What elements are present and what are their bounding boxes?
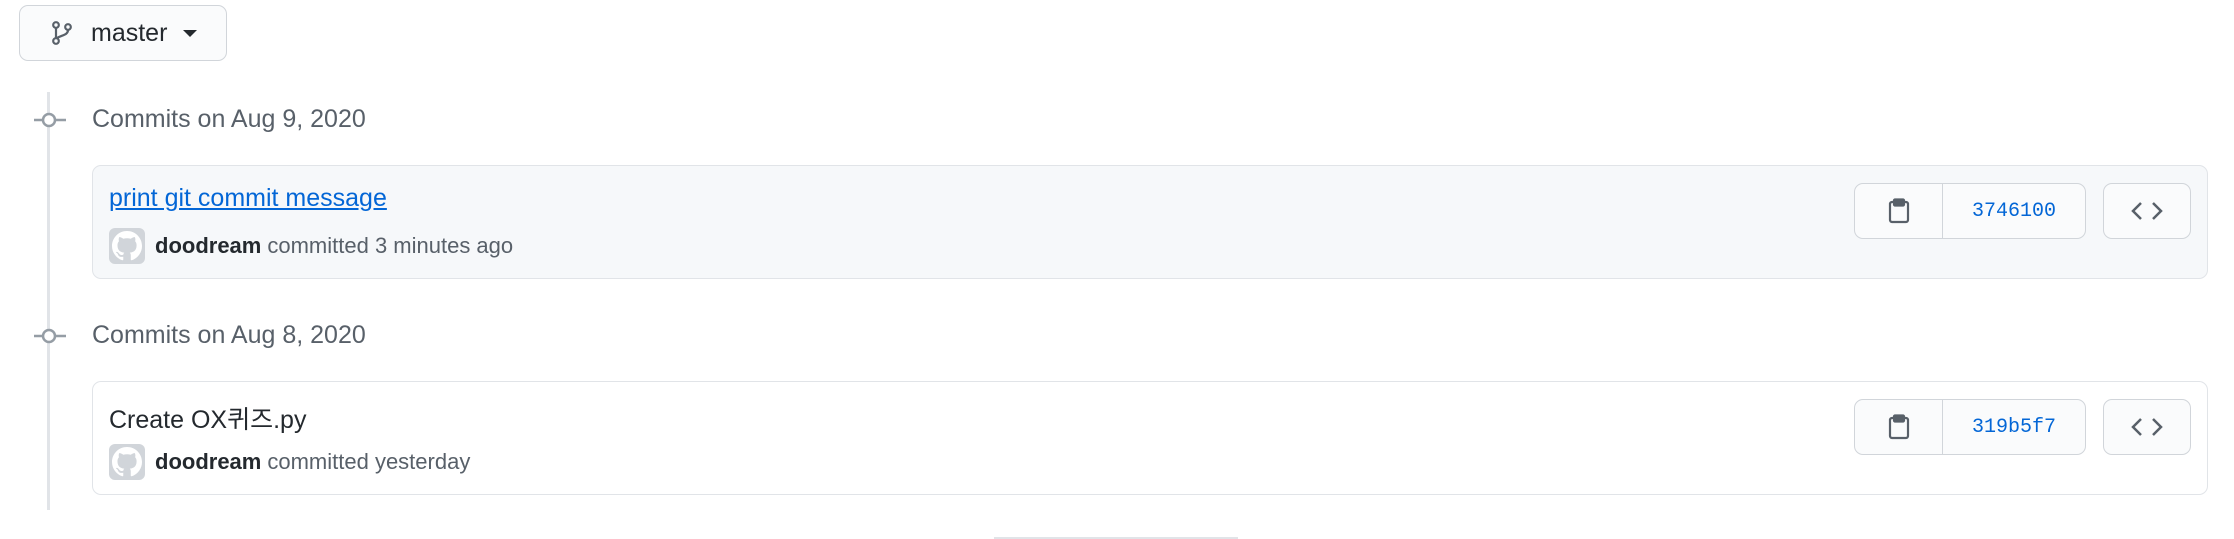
timeline-line [47, 92, 50, 510]
github-octocat-icon [112, 447, 142, 477]
avatar[interactable] [109, 228, 145, 264]
copy-sha-button[interactable] [1855, 184, 1943, 238]
commit-author[interactable]: doodream [155, 233, 261, 259]
commit-item: Create OX퀴즈.py doodream committed yester… [92, 381, 2208, 495]
commit-time: committed yesterday [267, 449, 471, 474]
clipboard-icon [1888, 414, 1909, 440]
clipboard-icon [1888, 198, 1909, 224]
commit-meta: doodream committed 3 minutes ago [109, 228, 513, 264]
avatar[interactable] [109, 444, 145, 480]
commit-message-link[interactable]: Create OX퀴즈.py [109, 400, 306, 436]
commit-group-title: Commits on Aug 9, 2020 [92, 105, 366, 133]
git-commit-icon [34, 326, 66, 346]
commit-group-header: Commits on Aug 8, 2020 [34, 321, 366, 350]
commit-group-header: Commits on Aug 9, 2020 [34, 105, 366, 134]
branch-name: master [91, 18, 168, 47]
browse-files-button[interactable] [2103, 183, 2191, 239]
copy-sha-button[interactable] [1855, 400, 1943, 454]
caret-down-icon [183, 29, 198, 37]
commit-time: committed 3 minutes ago [267, 233, 514, 258]
commit-actions: 319b5f7 [1854, 399, 2086, 455]
commit-meta: doodream committed yesterday [109, 444, 470, 480]
code-icon [2131, 202, 2163, 220]
commit-message-link[interactable]: print git commit message [109, 184, 387, 213]
browse-files-button[interactable] [2103, 399, 2191, 455]
commit-sha-link[interactable]: 319b5f7 [1943, 400, 2085, 454]
git-commit-icon [34, 110, 66, 130]
commit-sha-link[interactable]: 3746100 [1943, 184, 2085, 238]
commit-group-title: Commits on Aug 8, 2020 [92, 321, 366, 349]
branch-select-button[interactable]: master [19, 5, 227, 61]
commits-page: master Commits on Aug 9, 2020 print git … [0, 0, 2234, 539]
commit-author[interactable]: doodream [155, 449, 261, 475]
git-branch-icon [50, 20, 74, 46]
code-icon [2131, 418, 2163, 436]
github-octocat-icon [112, 231, 142, 261]
commit-actions: 3746100 [1854, 183, 2086, 239]
commit-item: print git commit message doodream commit… [92, 165, 2208, 279]
